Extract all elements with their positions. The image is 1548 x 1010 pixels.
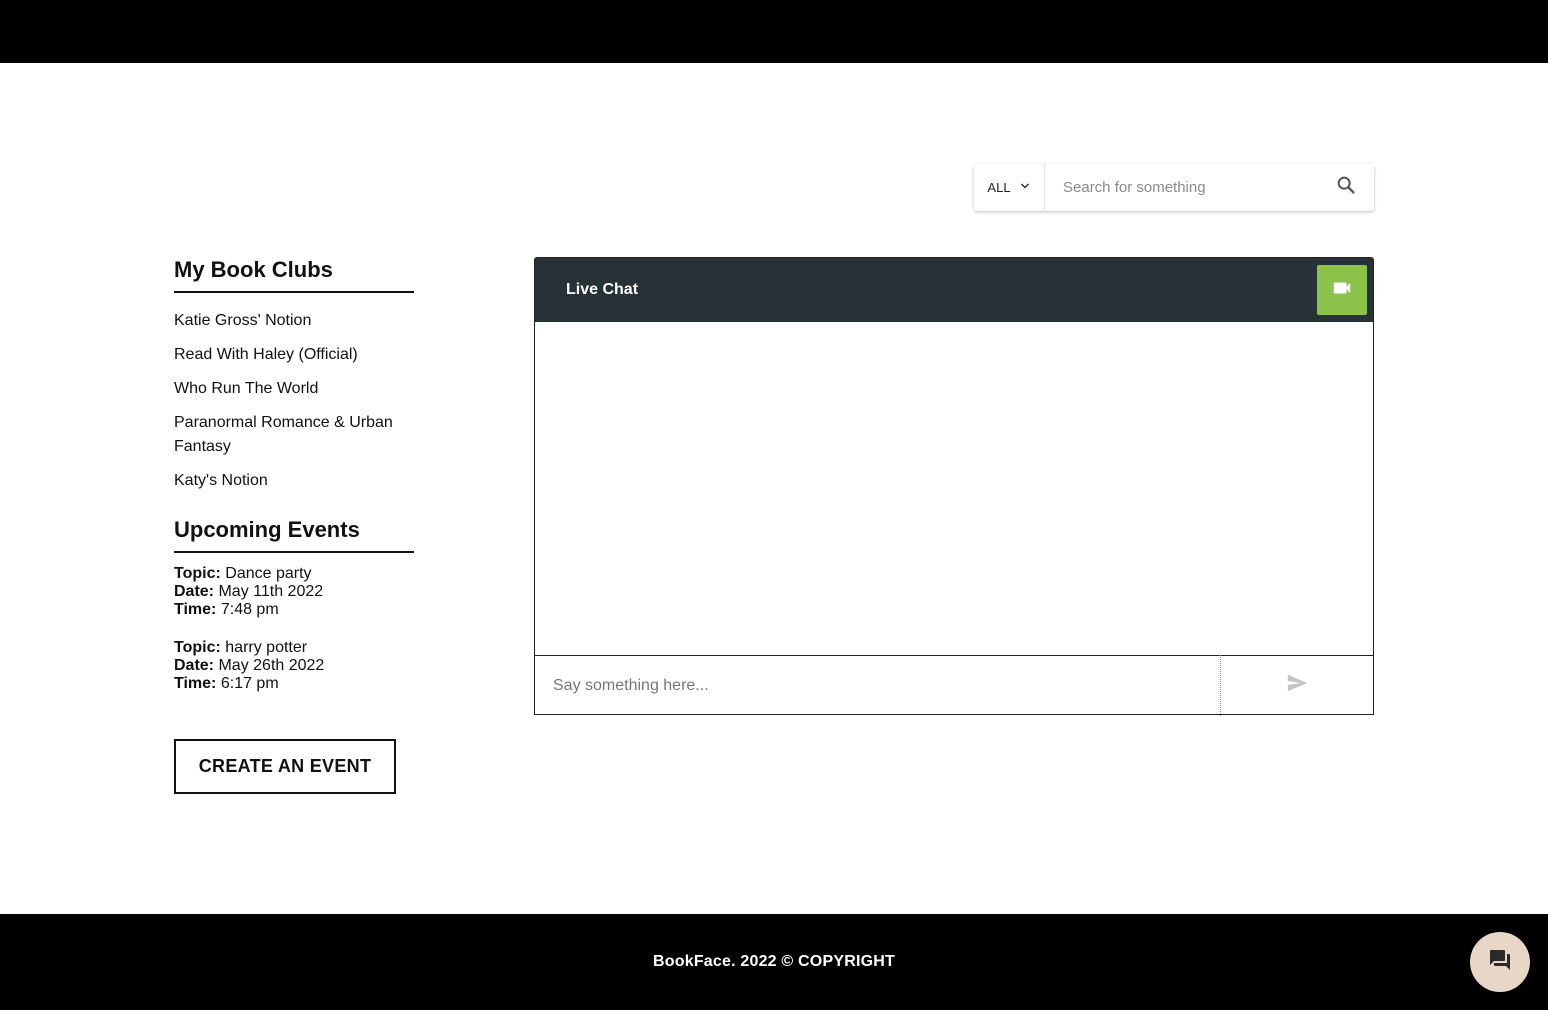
book-club-list: Katie Gross' Notion Read With Haley (Off… [174,309,414,493]
chat-header: Live Chat [535,258,1373,322]
chat-composer [535,655,1373,716]
chat-messages-area [535,322,1373,656]
search-icon [1335,174,1357,201]
event-topic: harry potter [225,639,308,656]
event-time: 7:48 pm [220,601,279,618]
search-input[interactable] [1045,163,1318,212]
chat-title: Live Chat [566,281,639,298]
event-time-label: Time: [174,675,217,692]
event-topic: Dance party [225,565,312,582]
book-club-item[interactable]: Paranormal Romance & Urban Fantasy [174,411,414,459]
book-club-item[interactable]: Who Run The World [174,377,414,401]
event-time-label: Time: [174,601,217,618]
videocam-icon [1331,277,1353,304]
forum-icon [1488,948,1512,977]
event-item: Topic: Dance party Date: May 11th 2022 T… [174,565,414,619]
create-event-button[interactable]: CREATE AN EVENT [174,739,396,794]
chat-message-input[interactable] [535,655,1221,716]
event-date-label: Date: [174,657,215,674]
event-date: May 11th 2022 [218,583,324,600]
footer-copyright: BookFace. 2022 © COPYRIGHT [653,953,895,970]
event-item: Topic: harry potter Date: May 26th 2022 … [174,639,414,693]
search-button[interactable] [1318,164,1374,211]
event-topic-label: Topic: [174,565,221,582]
search-scope-label: ALL [987,180,1011,195]
sidebar: My Book Clubs Katie Gross' Notion Read W… [174,257,414,693]
my-book-clubs-heading: My Book Clubs [174,257,414,293]
send-button[interactable] [1221,656,1373,715]
video-call-button[interactable] [1317,265,1367,315]
book-club-item[interactable]: Katy's Notion [174,469,414,493]
top-bar [0,0,1548,63]
book-club-item[interactable]: Read With Haley (Official) [174,343,414,367]
live-chat-panel: Live Chat [534,257,1374,716]
footer: BookFace. 2022 © COPYRIGHT [0,914,1548,1010]
event-time: 6:17 pm [220,675,279,692]
search-bar: ALL [974,163,1374,212]
send-icon [1285,672,1309,699]
upcoming-events-heading: Upcoming Events [174,517,414,553]
chevron-down-icon [1019,179,1031,197]
book-club-item[interactable]: Katie Gross' Notion [174,309,414,333]
event-date-label: Date: [174,583,215,600]
search-scope-select[interactable]: ALL [974,164,1045,211]
event-topic-label: Topic: [174,639,221,656]
chat-launcher-button[interactable] [1470,932,1530,992]
event-date: May 26th 2022 [218,657,325,674]
